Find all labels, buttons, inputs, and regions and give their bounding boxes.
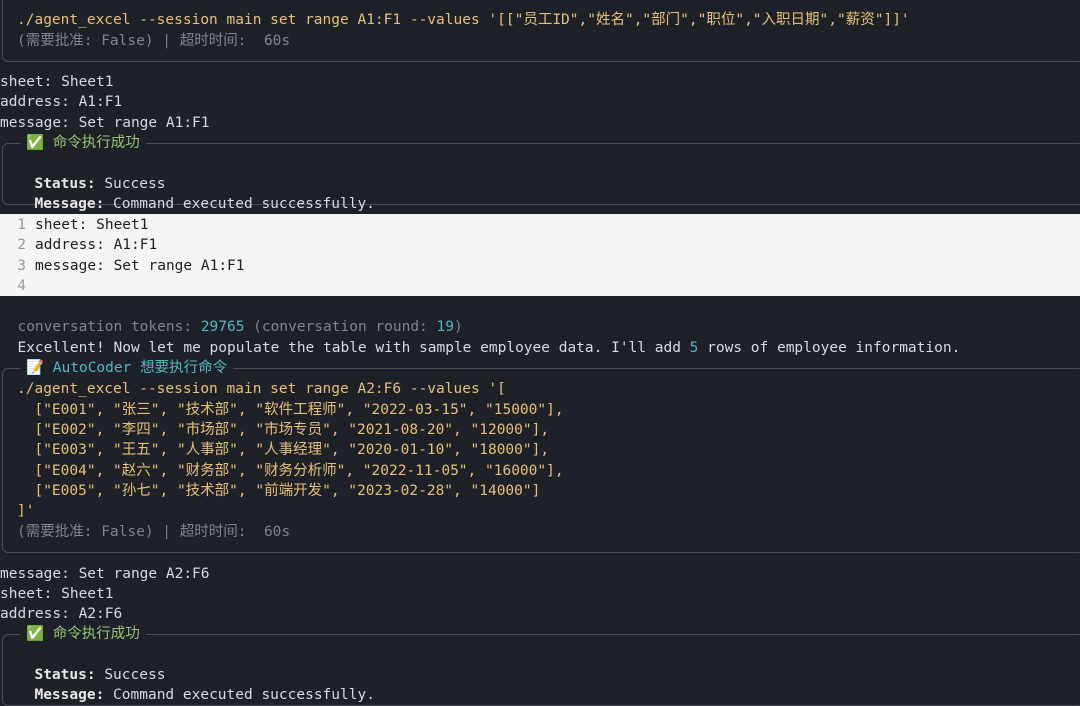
command-line: ["E004", "赵六", "财务部", "财务分析师", "2022-11-… <box>17 463 564 479</box>
approval-info-2: (需要批准: False) | 超时时间: 60s <box>17 524 291 540</box>
line-number: 3 <box>17 258 26 274</box>
status-row-2: Status: Success <box>17 645 165 683</box>
command-text-1: ./agent_excel --session main set range A… <box>17 12 910 28</box>
message-label: Message: <box>34 687 105 703</box>
line-number: 2 <box>17 237 26 253</box>
output-line: message: Set range A1:F1 <box>0 115 210 131</box>
code-line: address: A1:F1 <box>35 237 158 253</box>
command-line: ]' <box>17 503 35 519</box>
assistant-message: Excellent! Now let me populate the table… <box>0 318 960 356</box>
output-line: sheet: Sheet1 <box>0 586 114 602</box>
output-line: address: A2:F6 <box>0 606 123 622</box>
command-line: ["E002", "李四", "市场部", "市场专员", "2021-08-2… <box>17 422 550 438</box>
command-line: ["E003", "王五", "人事部", "人事经理", "2020-01-1… <box>17 442 550 458</box>
code-line: message: Set range A1:F1 <box>35 258 245 274</box>
command-line: ["E005", "孙七", "技术部", "前端开发", "2023-02-2… <box>17 483 541 499</box>
yaml-output-panel: 1 sheet: Sheet1 2 address: A1:F1 3 messa… <box>0 214 1080 296</box>
output-line: address: A1:F1 <box>0 94 123 110</box>
output-line: message: Set range A2:F6 <box>0 566 210 582</box>
result-title-1: ✅ 命令执行成功 <box>20 133 146 153</box>
command-line: ["E001", "张三", "技术部", "软件工程师", "2022-03-… <box>17 402 564 418</box>
message-label: Message: <box>34 196 105 212</box>
approval-info-1: (需要批准: False) | 超时时间: 60s <box>17 33 291 49</box>
line-number: 4 <box>17 278 26 294</box>
message-value: Command executed successfully. <box>113 687 375 703</box>
assistant-text: Excellent! Now let me populate the table… <box>17 340 690 356</box>
line-number: 1 <box>17 217 26 233</box>
message-row-2: Message: Command executed successfully. <box>17 665 374 703</box>
output-line: sheet: Sheet1 <box>0 74 114 90</box>
status-row-1: Status: Success <box>17 154 165 192</box>
conversation-stats: conversation tokens: 29765 (conversation… <box>0 297 462 335</box>
result-title-2: ✅ 命令执行成功 <box>20 624 146 644</box>
message-value: Command executed successfully. <box>113 196 375 212</box>
command-line: ./agent_excel --session main set range A… <box>17 381 506 397</box>
assistant-text: rows of employee information. <box>698 340 961 356</box>
command-title-2: 📝 AutoCoder 想要执行命令 <box>20 358 234 378</box>
code-line: sheet: Sheet1 <box>35 217 149 233</box>
message-row-1: Message: Command executed successfully. <box>17 174 374 212</box>
